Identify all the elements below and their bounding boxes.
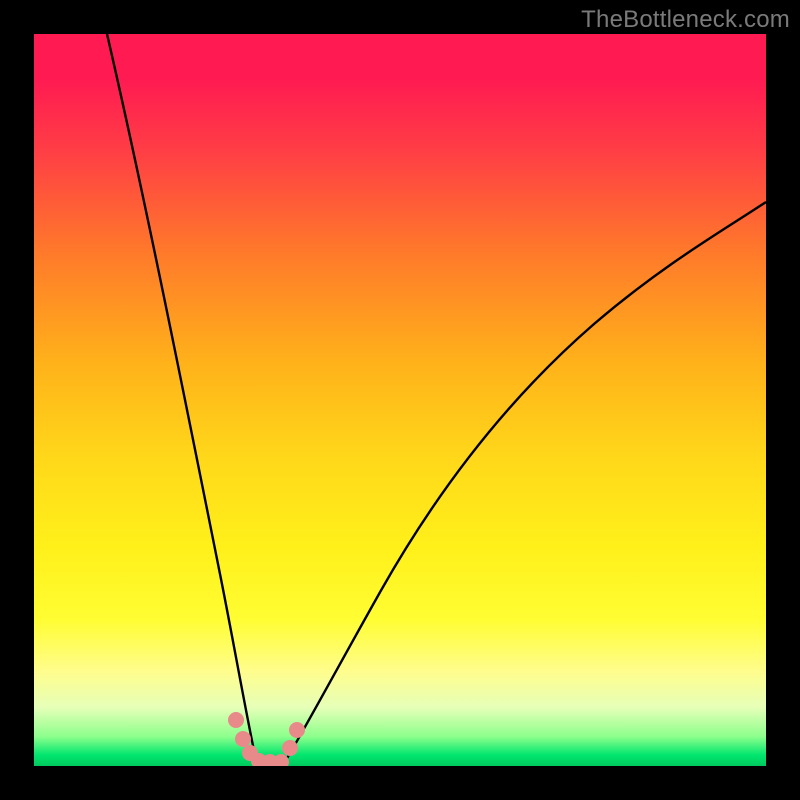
- bottleneck-curve-right: [283, 202, 766, 765]
- chart-frame: TheBottleneck.com: [0, 0, 800, 800]
- bottleneck-curve-left: [107, 34, 257, 765]
- watermark-text: TheBottleneck.com: [581, 6, 790, 34]
- valley-marker-cluster: [228, 712, 305, 766]
- plot-area: [34, 34, 766, 766]
- curve-layer: [34, 34, 766, 766]
